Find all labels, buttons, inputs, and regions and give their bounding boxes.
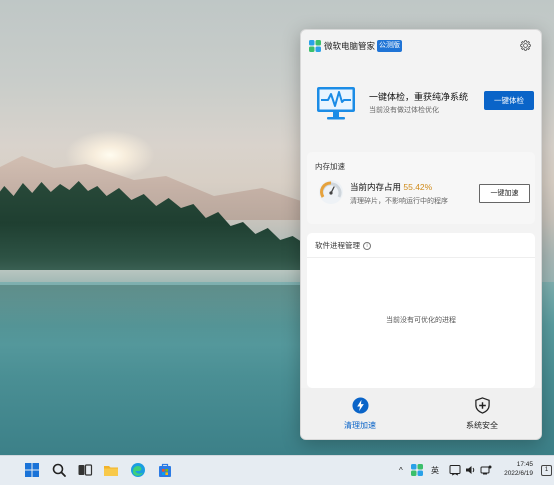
clock-time: 17:45 [516, 461, 533, 468]
app-title: 微软电脑管家 [324, 41, 376, 51]
checkup-button[interactable]: 一键体检 [484, 91, 534, 110]
memory-usage-value: 55.42% [403, 182, 433, 192]
memory-boost-button[interactable]: 一键加速 [479, 184, 530, 203]
store-icon[interactable] [157, 462, 173, 478]
notification-badge[interactable]: 1 [541, 465, 552, 476]
memory-usage-label: 当前内存占用 [350, 182, 402, 192]
nav-clean-label: 清理加速 [344, 421, 376, 430]
gear-icon[interactable] [519, 39, 532, 52]
memory-card: 内存加速 当前内存占用 55.42% 清理碎片，不影响运行中的程序 一键加速 [307, 152, 535, 224]
pc-manager-panel: 微软电脑管家 公测版 一键体检，重获纯净系统 当前没有做过体检优化 一键体检 内… [300, 29, 542, 440]
input-mode-icon[interactable] [449, 464, 461, 476]
info-icon[interactable]: i [363, 242, 371, 251]
wallpaper-reflection [0, 285, 300, 345]
taskbar-clock[interactable]: 17:45 2022/6/19 [497, 460, 533, 478]
checkup-subtitle: 当前没有做过体检优化 [369, 107, 439, 114]
edge-icon[interactable] [130, 462, 146, 478]
input-language[interactable]: 英 [431, 464, 439, 478]
speaker-icon[interactable] [465, 464, 477, 476]
network-icon[interactable] [480, 464, 492, 476]
nav-system-security[interactable]: 系统安全 [447, 397, 517, 431]
process-section-title: 软件进程管理 i [315, 240, 371, 251]
file-explorer-icon[interactable] [103, 462, 119, 478]
monitor-pulse-icon [317, 87, 355, 120]
tray-pc-manager-icon[interactable] [411, 464, 423, 476]
process-title-text: 软件进程管理 [315, 241, 360, 250]
start-icon[interactable] [24, 462, 40, 478]
checkup-title: 一键体检，重获纯净系统 [369, 92, 469, 102]
beta-badge: 公测版 [377, 40, 402, 52]
clock-date: 2022/6/19 [504, 470, 533, 477]
bottom-nav: 清理加速 系统安全 [301, 388, 541, 439]
search-icon[interactable] [51, 462, 67, 478]
checkup-card: 一键体检，重获纯净系统 当前没有做过体检优化 一键体检 [307, 68, 535, 139]
memory-usage-line: 当前内存占用 55.42% [350, 181, 432, 193]
memory-subtitle: 清理碎片，不影响运行中的程序 [350, 198, 448, 205]
process-card: 软件进程管理 i 当前没有可优化的进程 [307, 233, 535, 388]
four-leaf-logo-icon [309, 40, 321, 52]
divider [307, 257, 535, 258]
tray-overflow-chevron[interactable]: ^ [399, 464, 403, 478]
nav-clean-speedup[interactable]: 清理加速 [325, 397, 395, 431]
memory-section-title: 内存加速 [315, 162, 345, 171]
nav-security-label: 系统安全 [466, 421, 498, 430]
task-view-icon[interactable] [77, 462, 93, 478]
shield-plus-icon [474, 397, 490, 414]
lightning-icon [351, 397, 369, 414]
panel-header: 微软电脑管家 公测版 [301, 30, 541, 60]
speedometer-icon [319, 180, 343, 204]
taskbar: ^ 英 17:45 2022/6/19 1 [0, 455, 554, 485]
process-empty-message: 当前没有可优化的进程 [386, 317, 456, 324]
